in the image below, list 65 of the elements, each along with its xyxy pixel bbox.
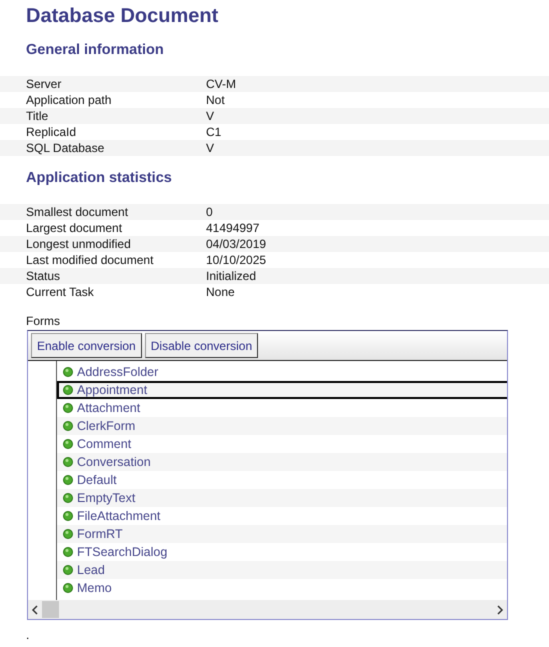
form-name: Default [77,473,117,487]
form-list-item[interactable]: EmptyText [57,489,507,507]
form-name: ClerkForm [77,419,136,433]
status-dot-icon [63,439,73,449]
conversion-button[interactable]: Disable conversion [144,333,258,358]
section-heading: General information [26,42,164,58]
field-label: Largest document [26,221,122,235]
status-dot-icon [63,493,73,503]
field-label: SQL Database [26,141,104,155]
conversion-button[interactable]: Enable conversion [31,333,142,358]
form-list-item[interactable]: Conversation [57,453,507,471]
form-name: Lead [77,563,105,577]
status-dot-icon [63,475,73,485]
field-value: 04/03/2019 [206,237,266,251]
status-dot-icon [63,583,73,593]
form-name: FTSearchDialog [77,545,168,559]
field-value: 0 [206,205,213,219]
forms-label: Forms [26,314,60,328]
field-value: V [206,109,214,123]
field-label: Smallest document [26,205,128,219]
field-label: Longest unmodified [26,237,131,251]
form-list-item[interactable]: Appointment [57,381,507,399]
field-value: Not [206,93,225,107]
status-dot-icon [63,385,73,395]
form-name: FormRT [77,527,123,541]
page-title: Database Document [26,5,218,28]
status-dot-icon [63,403,73,413]
scroll-thumb[interactable] [42,601,59,618]
form-list-item[interactable]: ClerkForm [57,417,507,435]
status-dot-icon [63,457,73,467]
field-value: Initialized [206,269,256,283]
form-name: Memo [77,581,112,595]
field-value: 41494997 [206,221,260,235]
status-dot-icon [63,511,73,521]
chevron-right-icon[interactable] [496,604,504,614]
form-name: EmptyText [77,491,136,505]
status-dot-icon [63,367,73,377]
field-value: CV-M [206,77,236,91]
form-list-item[interactable]: Lead [57,561,507,579]
field-label: Application path [26,93,112,107]
status-dot-icon [63,547,73,557]
form-name: Conversation [77,455,151,469]
status-dot-icon [63,421,73,431]
form-name: Comment [77,437,132,451]
form-name: AddressFolder [77,365,158,379]
field-value: C1 [206,125,222,139]
chevron-left-icon[interactable] [31,604,39,614]
horizontal-scrollbar[interactable] [28,600,507,619]
field-label: ReplicaId [26,125,76,139]
field-label: Status [26,269,60,283]
form-name: Appointment [77,383,148,397]
field-label: Current Task [26,285,94,299]
field-label: Server [26,77,62,91]
form-list-item[interactable]: FormRT [57,525,507,543]
status-dot-icon [63,565,73,575]
status-dot-icon [63,529,73,539]
form-name: Attachment [77,401,140,415]
field-value: V [206,141,214,155]
field-label: Last modified document [26,253,154,267]
section-heading: Application statistics [26,170,172,186]
field-value: 10/10/2025 [206,253,266,267]
footer-text: . [26,628,30,642]
field-label: Title [26,109,48,123]
form-name: FileAttachment [77,509,160,523]
field-value: None [206,285,235,299]
